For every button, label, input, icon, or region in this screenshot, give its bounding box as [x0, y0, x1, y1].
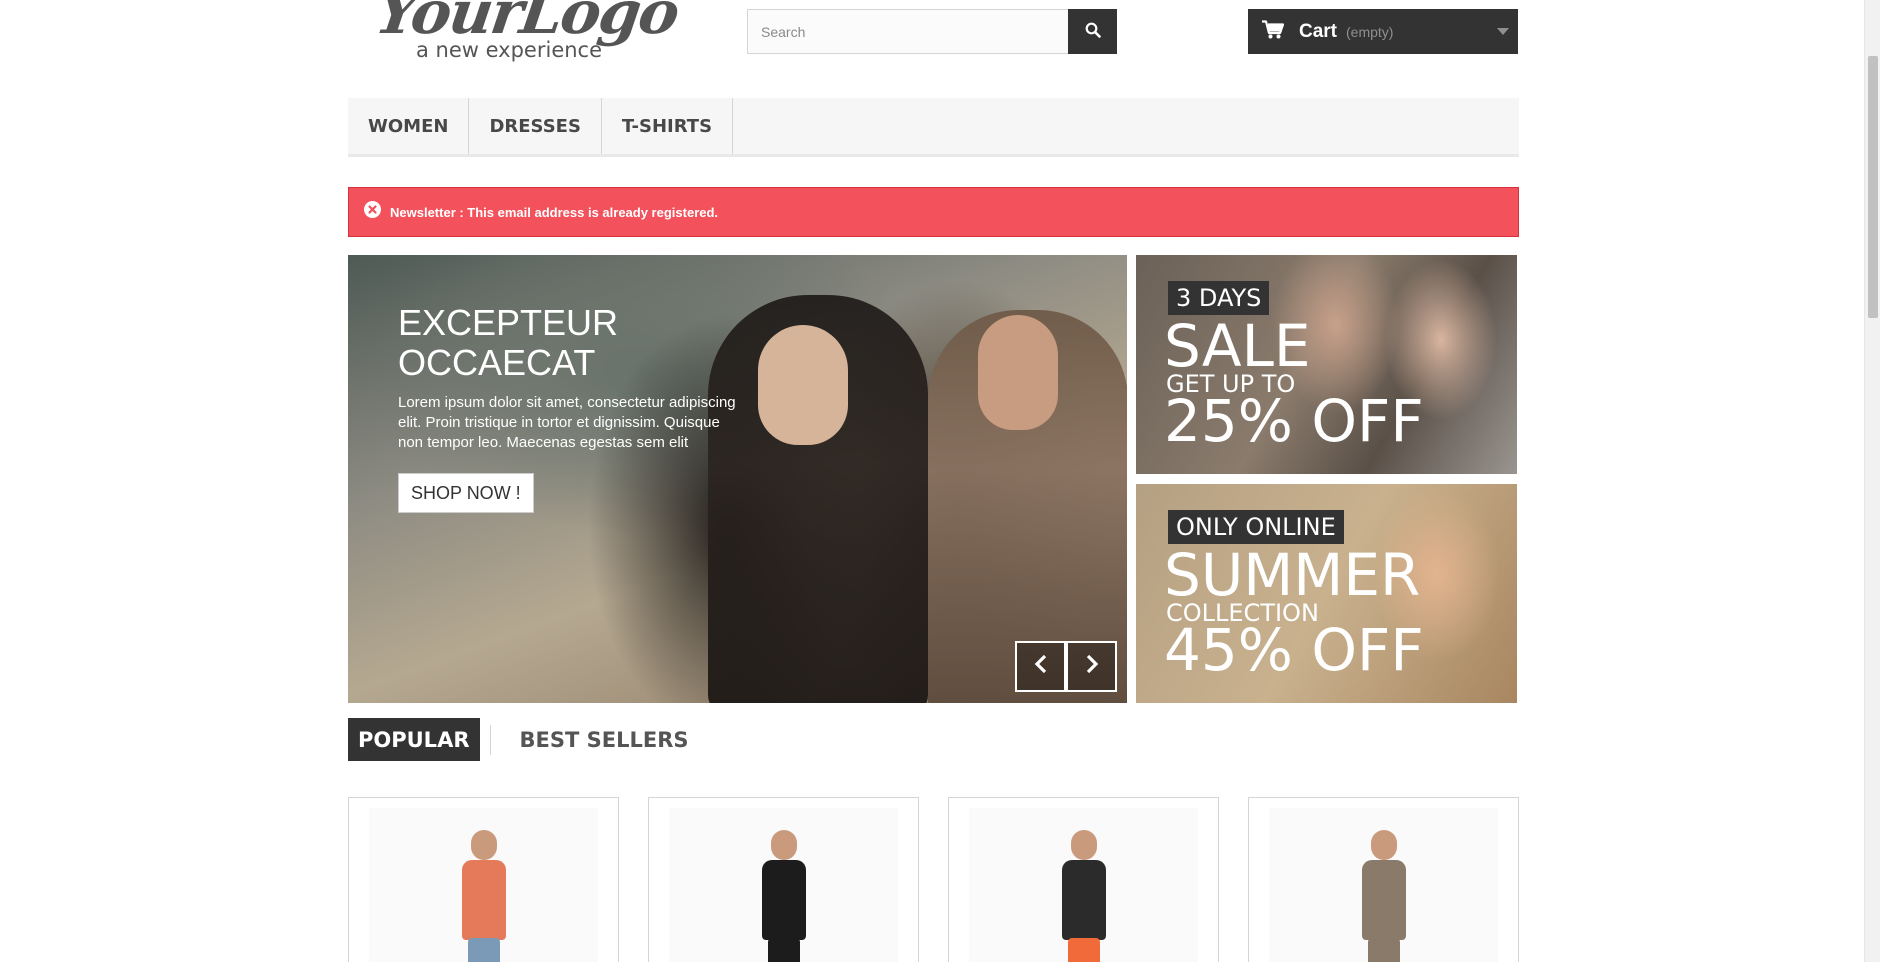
- model-top: [461, 860, 506, 940]
- product-image: [969, 808, 1198, 962]
- product-card[interactable]: [948, 797, 1219, 962]
- model-head: [1070, 830, 1097, 860]
- search-input[interactable]: [747, 9, 1068, 54]
- product-model: [454, 830, 514, 962]
- product-image: [1269, 808, 1498, 962]
- tab-separator: [489, 724, 491, 755]
- product-model: [754, 830, 814, 962]
- slide-title: EXCEPTEUR OCCAECAT: [398, 302, 619, 383]
- model-head: [770, 830, 797, 860]
- slide-model-man-face: [978, 315, 1058, 430]
- cart-icon: [1262, 19, 1285, 44]
- model-top: [761, 860, 806, 940]
- search-button[interactable]: [1068, 9, 1117, 54]
- product-tabs: POPULAR BEST SELLERS: [348, 718, 698, 761]
- product-image: [369, 808, 598, 962]
- error-icon: [364, 201, 381, 223]
- banner-headline: SUMMER: [1164, 541, 1421, 609]
- tab-popular[interactable]: POPULAR: [348, 718, 480, 761]
- banner-tag: ONLY ONLINE: [1168, 510, 1344, 544]
- menu-item-women[interactable]: WOMEN: [348, 98, 470, 154]
- product-card[interactable]: [648, 797, 919, 962]
- logo[interactable]: YourLogo a new experience: [371, 0, 682, 68]
- menu-item-tshirts[interactable]: T-SHIRTS: [602, 98, 734, 154]
- product-model: [1054, 830, 1114, 962]
- page-container: YourLogo a new experience Cart (empty): [348, 0, 1519, 962]
- main-menu: WOMEN DRESSES T-SHIRTS: [348, 98, 1519, 157]
- banner-headline: SALE: [1164, 312, 1311, 380]
- newsletter-alert: Newsletter : This email address is alrea…: [348, 187, 1519, 237]
- promo-banner-summer[interactable]: ONLY ONLINE SUMMER COLLECTION 45% OFF: [1136, 484, 1517, 703]
- search-bar: [747, 9, 1117, 54]
- model-bottom: [1067, 938, 1100, 962]
- page-scrollbar[interactable]: [1864, 0, 1880, 962]
- model-bottom: [467, 938, 500, 962]
- search-icon: [1085, 22, 1101, 41]
- cart-button[interactable]: Cart (empty): [1248, 9, 1518, 54]
- product-image: [669, 808, 898, 962]
- homepage-slider: EXCEPTEUR OCCAECAT Lorem ipsum dolor sit…: [348, 255, 1127, 703]
- model-bottom: [1367, 938, 1400, 962]
- product-model: [1354, 830, 1414, 962]
- cart-label: Cart: [1299, 20, 1338, 42]
- tab-best-sellers[interactable]: BEST SELLERS: [510, 718, 699, 761]
- slider-prev-button[interactable]: [1015, 641, 1066, 692]
- banner-discount: 25% OFF: [1164, 387, 1424, 455]
- slider-next-button[interactable]: [1066, 641, 1117, 692]
- slide-text: Lorem ipsum dolor sit amet, consectetur …: [398, 394, 736, 451]
- chevron-right-icon: [1085, 654, 1099, 679]
- banner-tag: 3 DAYS: [1168, 281, 1270, 315]
- menu-item-dresses[interactable]: DRESSES: [469, 98, 602, 154]
- product-card[interactable]: [1248, 797, 1519, 962]
- scrollbar-thumb[interactable]: [1868, 56, 1878, 318]
- model-bottom: [767, 938, 800, 962]
- logo-tagline: a new experience: [416, 38, 603, 62]
- slide-model-woman-face: [758, 325, 848, 445]
- promo-banner-sale[interactable]: 3 DAYS SALE GET UP TO 25% OFF: [1136, 255, 1517, 474]
- cart-quantity: (empty): [1346, 23, 1394, 40]
- slide-caption: EXCEPTEUR OCCAECAT Lorem ipsum dolor sit…: [398, 303, 748, 453]
- banner-discount: 45% OFF: [1164, 616, 1424, 684]
- model-top: [1361, 860, 1406, 940]
- model-head: [1370, 830, 1397, 860]
- product-card[interactable]: [348, 797, 619, 962]
- model-head: [470, 830, 497, 860]
- shop-now-button[interactable]: SHOP NOW !: [398, 473, 534, 513]
- chevron-left-icon: [1034, 654, 1048, 679]
- model-top: [1061, 860, 1106, 940]
- alert-message: Newsletter : This email address is alrea…: [390, 204, 719, 220]
- chevron-down-icon[interactable]: [1497, 28, 1509, 35]
